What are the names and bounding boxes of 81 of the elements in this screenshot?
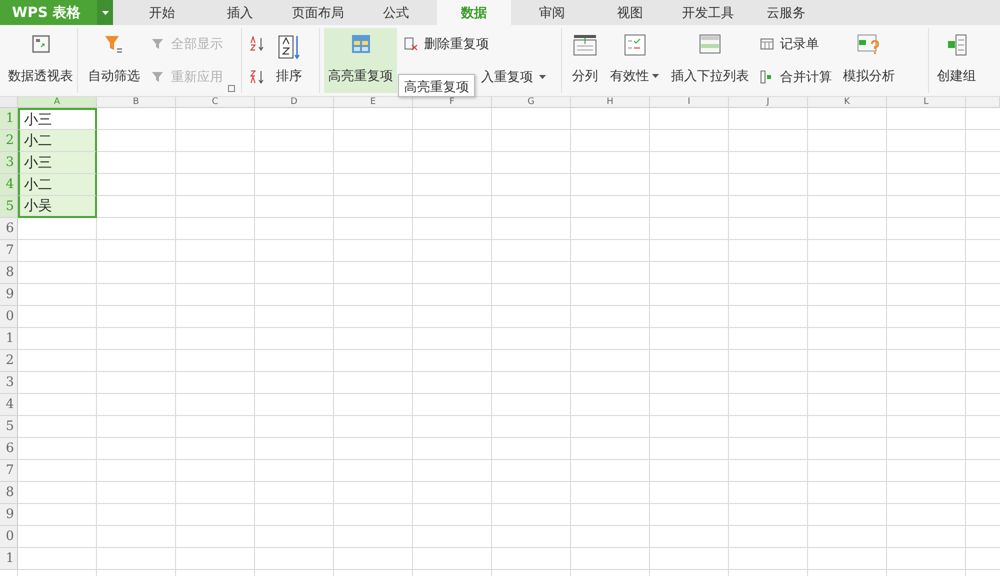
dialog-launcher-icon[interactable]: [228, 85, 235, 92]
column-header[interactable]: B: [97, 97, 176, 108]
group-icon: [946, 34, 968, 56]
sort-descending-icon: [249, 68, 265, 85]
row-header[interactable]: 0: [0, 306, 18, 328]
caret-icon: [539, 74, 546, 79]
record-form-button[interactable]: 记录单: [757, 33, 835, 56]
column-header[interactable]: J: [729, 97, 808, 108]
consolidate-button[interactable]: 合并计算: [757, 66, 835, 88]
row-header[interactable]: 4: [0, 174, 18, 196]
row-header[interactable]: 8: [0, 262, 18, 284]
row-header[interactable]: 1: [0, 108, 18, 130]
row-header[interactable]: 3: [0, 372, 18, 394]
consolidate-icon: [760, 70, 774, 84]
ribbon-tab[interactable]: 云服务: [749, 0, 823, 25]
column-header[interactable]: D: [255, 97, 334, 108]
row-header[interactable]: 3: [0, 152, 18, 174]
row-header[interactable]: 4: [0, 394, 18, 416]
row-header[interactable]: 2: [0, 350, 18, 372]
delete-duplicates-icon: [404, 37, 418, 52]
ribbon-tab[interactable]: 数据: [437, 0, 511, 25]
insert-dropdown-button[interactable]: 插入下拉列表: [667, 28, 753, 93]
row-header[interactable]: 2: [0, 130, 18, 152]
checklist-icon: [624, 34, 646, 56]
column-header[interactable]: L: [887, 97, 966, 108]
funnel-icon: [151, 70, 165, 84]
column-header[interactable]: H: [571, 97, 650, 108]
column-header[interactable]: C: [176, 97, 255, 108]
sort-ascending-icon: [249, 36, 265, 52]
ribbon-tab[interactable]: 开发工具: [671, 0, 745, 25]
form-icon: [760, 38, 774, 50]
funnel-icon: [151, 37, 165, 52]
text-to-columns-button[interactable]: 分列: [568, 28, 602, 93]
column-header[interactable]: I: [650, 97, 729, 108]
app-menu[interactable]: WPS 表格: [0, 0, 113, 25]
table-cell[interactable]: 小二: [18, 174, 97, 196]
what-if-analysis-button[interactable]: 模拟分析: [839, 28, 899, 93]
row-header[interactable]: 6: [0, 438, 18, 460]
row-header[interactable]: 9: [0, 504, 18, 526]
row-header[interactable]: 8: [0, 482, 18, 504]
table-cell[interactable]: 小三: [18, 108, 97, 130]
ribbon-tab[interactable]: 审阅: [515, 0, 589, 25]
auto-filter-button[interactable]: 自动筛选: [84, 28, 144, 93]
highlight-duplicates-button[interactable]: 高亮重复项: [324, 28, 397, 93]
column-header[interactable]: G: [492, 97, 571, 108]
pivot-table-button[interactable]: 数据透视表: [4, 28, 77, 93]
row-header[interactable]: 5: [0, 416, 18, 438]
caret-icon: [102, 10, 108, 14]
ribbon-tab[interactable]: 开始: [125, 0, 199, 25]
table-cell[interactable]: 小吴: [18, 196, 97, 218]
create-group-button[interactable]: 创建组: [933, 28, 980, 93]
row-header[interactable]: 6: [0, 218, 18, 240]
sort-button[interactable]: 排序: [272, 28, 306, 93]
ribbon-tab[interactable]: 插入: [203, 0, 277, 25]
row-header[interactable]: 1: [0, 328, 18, 350]
table-icon: [30, 34, 50, 54]
row-header[interactable]: 9: [0, 284, 18, 306]
sort-icon: [277, 34, 301, 60]
row-header[interactable]: 5: [0, 196, 18, 218]
validation-button[interactable]: 有效性: [606, 28, 663, 93]
caret-icon: [652, 74, 659, 78]
row-header[interactable]: 1: [0, 548, 18, 570]
highlight-table-icon: [350, 34, 370, 54]
table-question-icon: [857, 34, 881, 56]
ribbon-tab[interactable]: 公式: [359, 0, 433, 25]
row-header[interactable]: 0: [0, 526, 18, 548]
column-header[interactable]: F: [413, 97, 492, 108]
delete-duplicates-button[interactable]: 删除重复项: [401, 33, 549, 56]
tooltip: 高亮重复项: [398, 74, 475, 97]
funnel-icon: [104, 34, 124, 54]
ribbon-tab[interactable]: 视图: [593, 0, 667, 25]
dropdown-list-icon: [699, 34, 721, 54]
table-cell[interactable]: 小三: [18, 152, 97, 174]
row-header[interactable]: 7: [0, 240, 18, 262]
ribbon-tab[interactable]: 页面布局: [281, 0, 355, 25]
row-header[interactable]: 7: [0, 460, 18, 482]
columns-icon: [573, 34, 597, 56]
column-header[interactable]: K: [808, 97, 887, 108]
column-header[interactable]: E: [334, 97, 413, 108]
table-cell[interactable]: 小二: [18, 130, 97, 152]
column-header[interactable]: A: [18, 97, 97, 108]
